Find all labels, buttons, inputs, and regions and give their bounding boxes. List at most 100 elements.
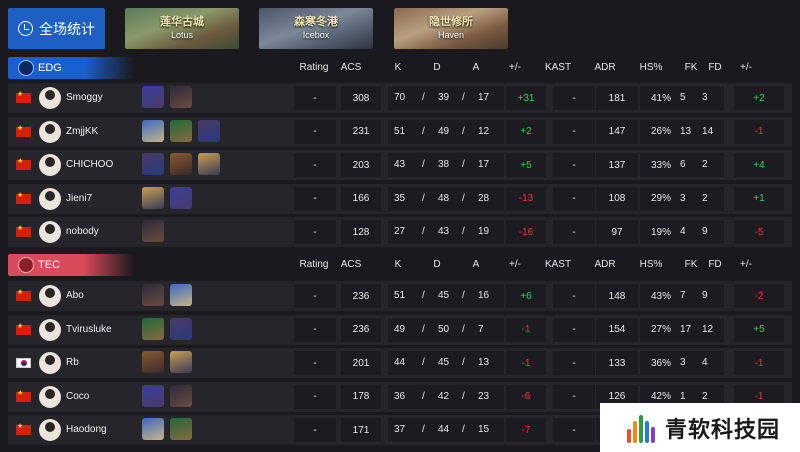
agent-icon xyxy=(142,384,164,407)
kda-separator: / xyxy=(422,226,425,237)
column-header[interactable]: FK xyxy=(683,62,699,73)
player-row[interactable]: nobody-12827/43/19-16-9719%49-5 xyxy=(8,217,792,247)
player-row[interactable]: Jieni7-16635/48/28-13-10829%32+1 xyxy=(8,183,792,214)
player-name[interactable]: Tvirusluke xyxy=(66,324,112,335)
stat-a: 17 xyxy=(478,92,490,103)
stat-adr: 148 xyxy=(596,284,638,308)
column-header[interactable]: ACS xyxy=(336,62,366,73)
stat-fk: 3 xyxy=(680,357,686,368)
stat-fk: 17 xyxy=(680,323,692,335)
stat-d: 38 xyxy=(438,159,450,170)
stat-adr: 181 xyxy=(596,86,638,110)
column-header[interactable]: K xyxy=(391,62,405,73)
stat-adr: 147 xyxy=(596,119,638,144)
player-name[interactable]: CHICHOO xyxy=(66,159,113,170)
kda-group: 43 / 38 / 17 xyxy=(388,153,504,177)
column-header[interactable]: D xyxy=(430,62,444,73)
team-header-tec: TEC Rating ACS K D A +/- KAST ADR HS% FK FD +/- xyxy=(0,254,800,276)
player-name[interactable]: Haodong xyxy=(66,424,107,435)
column-header[interactable]: KAST xyxy=(540,62,576,73)
stat-kast: - xyxy=(553,86,595,110)
column-header[interactable]: K xyxy=(391,259,405,270)
player-row[interactable]: Rb -201 44/45/13 -1-133 36% 3 4 -1 xyxy=(8,348,792,378)
stat-rating: - xyxy=(294,153,336,177)
column-header[interactable]: FD xyxy=(706,62,724,73)
avatar xyxy=(39,187,61,210)
stat-d: 44 xyxy=(438,424,450,435)
all-stats-button[interactable]: 全场统计 xyxy=(8,8,105,49)
player-row[interactable]: Smoggy-30870/39/17+31-18141%53+2 xyxy=(8,83,792,113)
stat-kast: - xyxy=(553,119,595,144)
stat-kd_diff: -13 xyxy=(506,186,546,211)
kda-separator: / xyxy=(462,390,465,402)
stat-k: 51 xyxy=(394,125,406,137)
stat-a: 19 xyxy=(478,226,490,237)
stat-d: 45 xyxy=(438,357,450,368)
watermark-logo-icon xyxy=(625,411,659,445)
kda-separator: / xyxy=(422,125,425,137)
top-bar: 全场统计 莲华古城 Lotus 森寒冬港 Icebox 隐世修所 Haven xyxy=(0,0,800,57)
stat-adr: 108 xyxy=(596,186,638,211)
player-name[interactable]: ZmjjKK xyxy=(66,126,98,137)
kda-group: 49 / 50 / 7 xyxy=(388,317,504,342)
kda-separator: / xyxy=(422,323,425,335)
kda-separator: / xyxy=(462,226,465,237)
fk-fd-group: 17 12 xyxy=(674,317,724,342)
column-header[interactable]: +/- xyxy=(505,62,525,73)
column-header[interactable]: +/- xyxy=(736,259,756,270)
column-header[interactable]: KAST xyxy=(540,259,576,270)
stat-kd_diff: -6 xyxy=(506,384,546,409)
stat-fd: 3 xyxy=(702,92,708,103)
stat-fkfd_diff: +1 xyxy=(734,186,784,211)
player-row[interactable]: ZmjjKK-23151/49/12+2-14726%1314-1 xyxy=(8,116,792,147)
player-name[interactable]: Jieni7 xyxy=(66,193,92,204)
stat-fkfd_diff: +2 xyxy=(734,86,784,110)
player-row[interactable]: CHICHOO-20343/38/17+5-13733%62+4 xyxy=(8,150,792,180)
column-header[interactable]: HS% xyxy=(636,259,666,270)
player-row[interactable]: Abo-23651/45/16+6-14843%79-2 xyxy=(8,281,792,311)
column-header[interactable]: Rating xyxy=(290,62,338,73)
map-tab-lotus[interactable]: 莲华古城 Lotus xyxy=(125,8,239,49)
kda-separator: / xyxy=(462,424,465,435)
stat-fk: 1 xyxy=(680,390,686,402)
stat-adr: 154 xyxy=(596,317,638,342)
column-header[interactable]: FD xyxy=(706,259,724,270)
agent-icon xyxy=(198,119,220,142)
avatar xyxy=(39,87,61,109)
stat-k: 44 xyxy=(394,357,406,368)
avatar xyxy=(39,154,61,176)
stat-fkfd_diff: -5 xyxy=(734,220,784,244)
avatar xyxy=(39,318,61,341)
column-header[interactable]: ACS xyxy=(336,259,366,270)
map-tab-icebox[interactable]: 森寒冬港 Icebox xyxy=(259,8,373,49)
column-header[interactable]: D xyxy=(430,259,444,270)
player-name[interactable]: Smoggy xyxy=(66,92,103,103)
player-name[interactable]: Rb xyxy=(66,357,79,368)
stat-adr: 137 xyxy=(596,153,638,177)
map-tab-haven[interactable]: 隐世修所 Haven xyxy=(394,8,508,49)
stat-k: 37 xyxy=(394,424,406,435)
flag-icon xyxy=(16,322,31,335)
stat-fd: 9 xyxy=(702,290,708,301)
column-header[interactable]: ADR xyxy=(590,259,620,270)
column-header[interactable]: +/- xyxy=(505,259,525,270)
column-header[interactable]: A xyxy=(469,259,483,270)
map-name-zh: 隐世修所 xyxy=(429,16,473,28)
player-name[interactable]: Abo xyxy=(66,290,84,301)
stat-kast: - xyxy=(553,186,595,211)
column-header[interactable]: A xyxy=(469,62,483,73)
column-header[interactable]: ADR xyxy=(590,62,620,73)
column-header[interactable]: +/- xyxy=(736,62,756,73)
stat-acs: 171 xyxy=(341,418,381,442)
stat-a: 16 xyxy=(478,290,490,301)
column-header[interactable]: FK xyxy=(683,259,699,270)
player-name[interactable]: nobody xyxy=(66,226,99,237)
column-header[interactable]: HS% xyxy=(636,62,666,73)
stat-fk: 6 xyxy=(680,159,686,170)
stat-acs: 166 xyxy=(341,186,381,211)
player-name[interactable]: Coco xyxy=(66,391,89,402)
kda-separator: / xyxy=(462,159,465,170)
player-row[interactable]: Tvirusluke-23649/50/7-1-15427%1712+5 xyxy=(8,314,792,345)
stat-kast: - xyxy=(553,317,595,342)
column-header[interactable]: Rating xyxy=(290,259,338,270)
